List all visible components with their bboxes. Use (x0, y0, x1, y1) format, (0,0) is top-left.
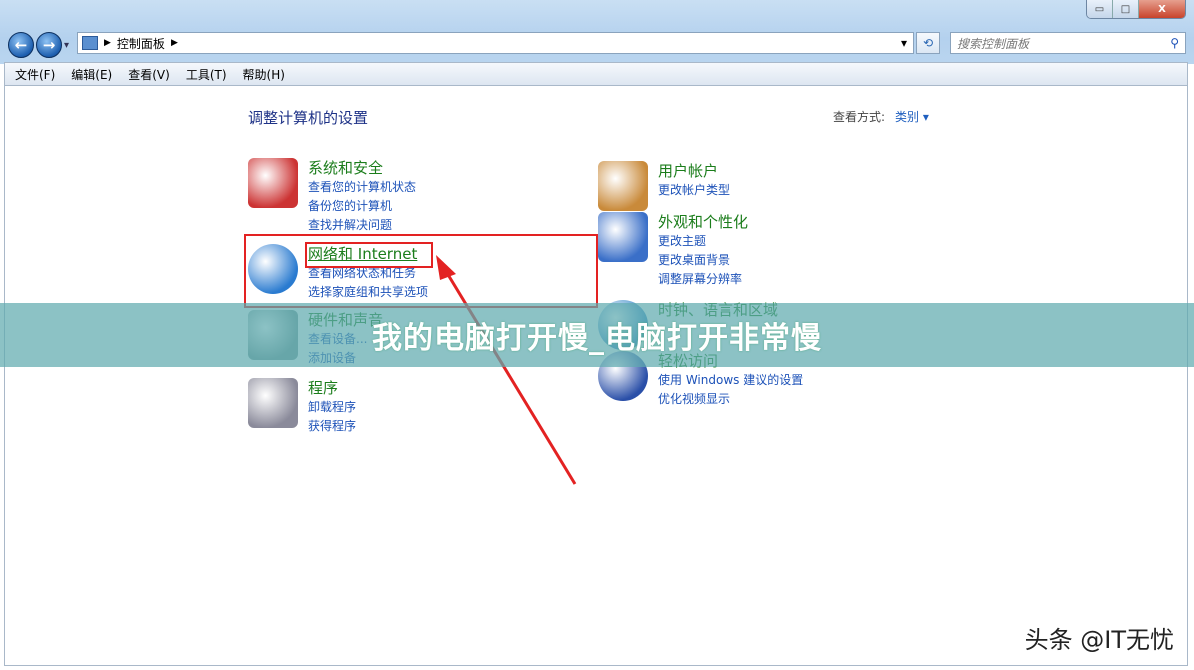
annotation-arrow (442, 267, 577, 485)
annotation-arrowhead (436, 255, 456, 280)
annotation-box-outer (244, 234, 598, 308)
title-banner: 我的电脑打开慢_电脑打开非常慢 (0, 303, 1194, 367)
annotation-box-title (305, 242, 433, 268)
watermark: 头条 @IT无忧 (1024, 626, 1174, 654)
